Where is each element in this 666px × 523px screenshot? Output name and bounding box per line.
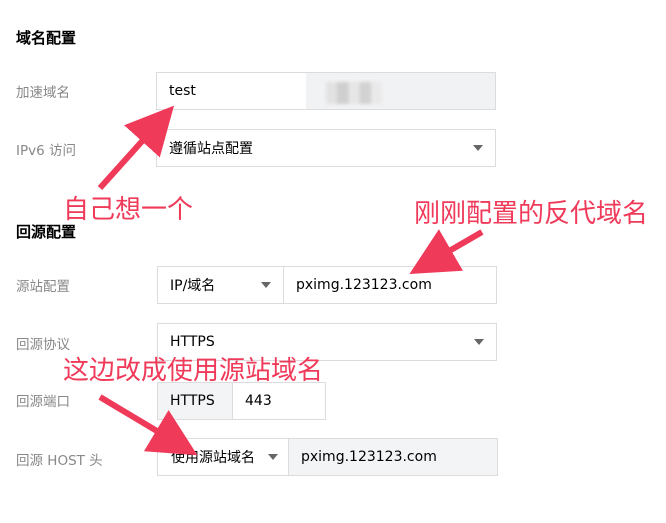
arrow-to-accel-domain <box>97 105 175 191</box>
annotation-self: 自己想一个 <box>63 195 194 225</box>
arrow-to-host-type <box>98 394 198 456</box>
annotation-arrows <box>97 105 484 456</box>
arrow-to-origin-address <box>409 229 484 275</box>
annotation-proxy-domain: 刚刚配置的反代域名 <box>414 199 649 229</box>
annotation-change: 这边改成使用源站域名 <box>63 356 324 386</box>
